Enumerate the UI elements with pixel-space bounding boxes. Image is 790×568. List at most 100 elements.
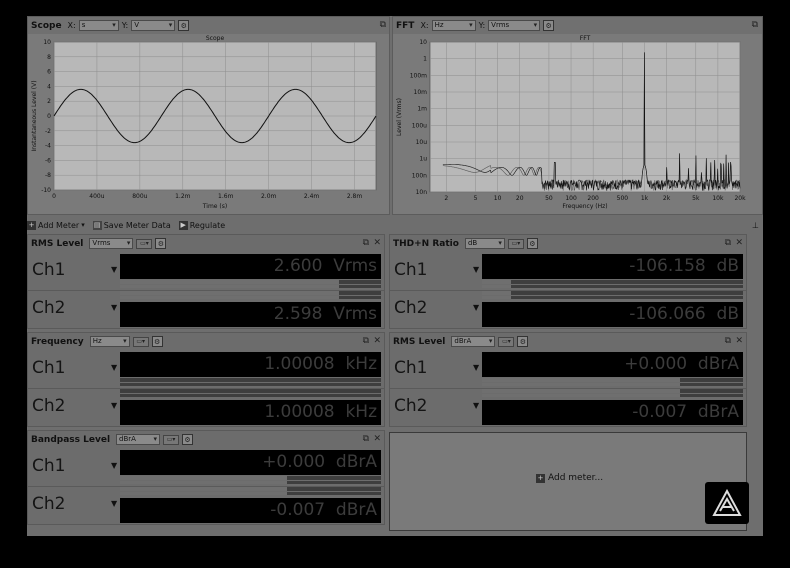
meter-rms-level-dbra-settings-icon[interactable]: ⚙: [517, 336, 529, 347]
meter-rms-level-dbra-header: RMS Level dBrA ▭▾ ⚙: [390, 333, 746, 350]
scope-y-tick: 8: [47, 54, 51, 61]
add-meter-panel-button[interactable]: + Add meter...: [536, 473, 603, 483]
meter-rms-level-dbra-range-icon[interactable]: ▭▾: [498, 336, 515, 347]
chevron-down-icon[interactable]: ▼: [473, 363, 479, 372]
meter-rms-level-range-icon[interactable]: ▭▾: [136, 238, 153, 249]
meter-frequency-ch2-bar-peak: [120, 394, 381, 397]
meter-bandpass-level-ch2-readout: -0.007 dBrA: [120, 498, 381, 523]
fft-x-tick: 2: [444, 195, 448, 202]
meter-rms-level-unit-select[interactable]: Vrms: [89, 238, 134, 249]
meter-rms-level-dbra-ch2-bar-peak-fill: [482, 394, 681, 397]
meter-frequency-settings-icon[interactable]: ⚙: [151, 336, 163, 347]
fft-x-unit-select[interactable]: Hz: [431, 20, 476, 31]
scope-y-tick: 6: [47, 69, 51, 76]
add-meter-button[interactable]: + Add Meter ▾: [27, 220, 85, 230]
meter-bandpass-level-ch1-bar-fill: [120, 476, 288, 480]
meter-thdn-ratio-popout-icon[interactable]: ⧉: [725, 237, 731, 249]
logo-mark-icon: [712, 489, 742, 516]
meter-frequency-close-icon[interactable]: ✕: [373, 335, 381, 347]
meter-frequency-ch1-bar: [120, 378, 381, 382]
meter-bandpass-level-title: Bandpass Level: [31, 434, 111, 445]
fft-y-tick: 100u: [412, 122, 427, 129]
meter-thdn-ratio-range-icon[interactable]: ▭▾: [507, 238, 524, 249]
meter-rms-level-dbra-ch2-bar: [482, 389, 743, 393]
meter-frequency-ch1-label: Ch1: [32, 358, 66, 378]
fft-popout-icon[interactable]: ⧉: [752, 19, 758, 31]
meter-rms-level-ch2-row: Ch2 ▼ 2.598 Vrms: [28, 291, 384, 328]
meter-thdn-ratio-settings-icon[interactable]: ⚙: [526, 238, 538, 249]
fft-chart: FFT Level (Vrms) Frequency (Hz) 101100m1…: [396, 35, 746, 210]
meter-thdn-ratio-title: THD+N Ratio: [393, 238, 459, 249]
chevron-down-icon[interactable]: ▼: [111, 303, 117, 312]
meter-bandpass-level-range-icon[interactable]: ▭▾: [163, 434, 180, 445]
meter-rms-level-dbra-close-icon[interactable]: ✕: [735, 335, 743, 347]
fft-settings-icon[interactable]: ⚙: [543, 20, 555, 31]
scope-y-tick: -4: [45, 143, 51, 150]
fft-y-tick: 10m: [414, 89, 428, 96]
scope-x-unit-select[interactable]: s: [78, 20, 119, 31]
meter-rms-level-title: RMS Level: [31, 238, 84, 249]
meter-rms-level-dbra-ch1-bar-fill: [482, 378, 681, 382]
meter-rms-level-ch1-row: Ch1 ▼ 2.600 Vrms: [28, 253, 384, 290]
fft-y-ticks: 10 1 100m 10m 1m 100u 10u 1u 100n 10n: [410, 39, 427, 196]
meter-bandpass-level-ch2-unit: dBrA: [335, 500, 377, 520]
meter-bandpass-level-close-icon[interactable]: ✕: [373, 433, 381, 445]
chevron-down-icon[interactable]: ▼: [473, 401, 479, 410]
scope-chart: Scope Instantaneous Level (V) Time (s) 1…: [31, 35, 377, 210]
chevron-down-icon[interactable]: ▼: [111, 499, 117, 508]
meter-bandpass-level-unit-select[interactable]: dBrA: [116, 434, 161, 445]
fft-header: FFT X: Hz Y: Vrms ⚙: [393, 17, 762, 34]
meter-frequency-unit-select[interactable]: Hz: [89, 336, 130, 347]
meter-thdn-ratio-unit-select[interactable]: dB: [464, 238, 505, 249]
meter-rms-level-dbra-popout-icon[interactable]: ⧉: [725, 335, 731, 347]
meter-thdn-ratio-ch1-bar: [482, 280, 743, 284]
meter-bandpass-level: Bandpass Level dBrA ▭▾ ⚙ ⧉ ✕ Ch1 ▼ +0.00…: [27, 430, 385, 525]
meter-frequency-popout-icon[interactable]: ⧉: [363, 335, 369, 347]
chevron-down-icon[interactable]: ▼: [111, 461, 117, 470]
meter-rms-level-popout-icon[interactable]: ⧉: [363, 237, 369, 249]
play-icon: ▶: [178, 220, 188, 230]
meter-thdn-ratio-ch2-bar: [482, 291, 743, 295]
scope-y-tick: 2: [47, 98, 51, 105]
meter-frequency-ch1-unit: kHz: [345, 354, 377, 374]
scope-y-tick: -2: [45, 128, 51, 135]
fft-x-tick: 5k: [692, 195, 700, 202]
meter-thdn-ratio-ch2-bar-peak: [482, 296, 743, 299]
chevron-down-icon[interactable]: ▼: [473, 265, 479, 274]
meter-rms-level-ch1-bar-peak-fill: [120, 285, 340, 288]
meter-rms-level-dbra-ch1-unit: dBrA: [697, 354, 739, 374]
scope-y-tick: -8: [45, 172, 51, 179]
chevron-down-icon[interactable]: ▼: [111, 401, 117, 410]
regulate-button[interactable]: ▶ Regulate: [178, 220, 225, 230]
chevron-down-icon[interactable]: ▼: [473, 303, 479, 312]
scope-popout-icon[interactable]: ⧉: [380, 19, 386, 31]
meter-thdn-ratio-ch2-bar-peak-fill: [482, 296, 511, 299]
fft-y-tick: 1: [423, 56, 427, 63]
meter-bandpass-level-popout-icon[interactable]: ⧉: [363, 433, 369, 445]
meter-rms-level-dbra-ch2-unit: dBrA: [697, 402, 739, 422]
chevron-down-icon[interactable]: ▼: [111, 363, 117, 372]
meter-frequency-ch1-value: 1.00008: [264, 354, 335, 374]
meter-rms-level-dbra-unit-select[interactable]: dBrA: [451, 336, 496, 347]
meter-frequency-range-icon[interactable]: ▭▾: [132, 336, 149, 347]
scope-plot-title: Scope: [206, 35, 225, 42]
fft-y-tick: 100m: [410, 72, 427, 79]
meter-rms-level-settings-icon[interactable]: ⚙: [155, 238, 167, 249]
fft-y-unit-select[interactable]: Vrms: [488, 20, 541, 31]
meter-rms-level-close-icon[interactable]: ✕: [373, 237, 381, 249]
meter-rms-level-ch2-bar: [120, 291, 381, 295]
scope-settings-icon[interactable]: ⚙: [178, 20, 190, 31]
meter-thdn-ratio-close-icon[interactable]: ✕: [735, 237, 743, 249]
save-meter-data-button[interactable]: ▤ Save Meter Data: [92, 220, 171, 230]
meter-thdn-ratio-ch2-label: Ch2: [394, 298, 428, 318]
fft-x-tick: 1k: [641, 195, 649, 202]
scope-header: Scope X: s Y: V ⚙: [28, 17, 389, 34]
meter-bandpass-level-settings-icon[interactable]: ⚙: [182, 434, 194, 445]
scope-y-unit-select[interactable]: V: [131, 20, 176, 31]
fft-title: FFT: [396, 20, 415, 31]
add-meter-panel[interactable]: + Add meter...: [389, 432, 747, 531]
fft-y-tick: 10n: [416, 189, 428, 196]
pin-icon[interactable]: ⊥: [752, 221, 759, 230]
chevron-down-icon[interactable]: ▼: [111, 265, 117, 274]
meter-bandpass-level-ch1-readout: +0.000 dBrA: [120, 450, 381, 475]
